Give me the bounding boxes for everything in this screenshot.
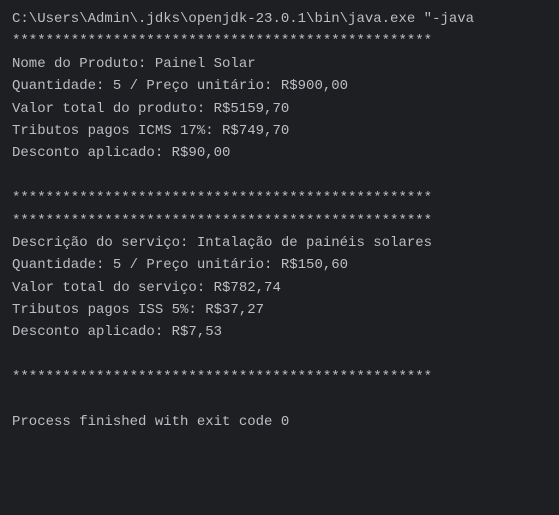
service-discount-line: Desconto aplicado: R$7,53 bbox=[12, 321, 547, 343]
product-total-line: Valor total do produto: R$5159,70 bbox=[12, 98, 547, 120]
product-discount-line: Desconto aplicado: R$90,00 bbox=[12, 142, 547, 164]
product-quantity-price-line: Quantidade: 5 / Preço unitário: R$900,00 bbox=[12, 75, 547, 97]
product-name-line: Nome do Produto: Painel Solar bbox=[12, 53, 547, 75]
separator-line: ****************************************… bbox=[12, 187, 547, 209]
exit-message-line: Process finished with exit code 0 bbox=[12, 411, 547, 433]
service-quantity-price-line: Quantidade: 5 / Preço unitário: R$150,60 bbox=[12, 254, 547, 276]
blank-line bbox=[12, 344, 547, 366]
separator-line: ****************************************… bbox=[12, 210, 547, 232]
service-taxes-line: Tributos pagos ISS 5%: R$37,27 bbox=[12, 299, 547, 321]
service-description-line: Descrição do serviço: Intalação de painé… bbox=[12, 232, 547, 254]
service-total-line: Valor total do serviço: R$782,74 bbox=[12, 277, 547, 299]
separator-line: ****************************************… bbox=[12, 30, 547, 52]
product-taxes-line: Tributos pagos ICMS 17%: R$749,70 bbox=[12, 120, 547, 142]
separator-line: ****************************************… bbox=[12, 366, 547, 388]
blank-line bbox=[12, 165, 547, 187]
blank-line bbox=[12, 389, 547, 411]
command-line: C:\Users\Admin\.jdks\openjdk-23.0.1\bin\… bbox=[12, 8, 547, 30]
